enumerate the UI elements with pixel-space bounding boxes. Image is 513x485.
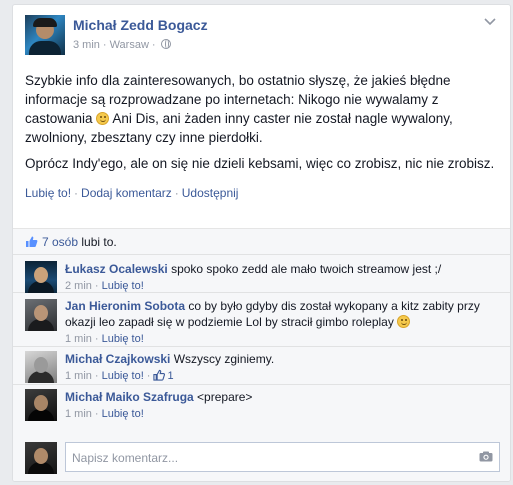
globe-icon[interactable] [160,39,171,49]
author-name[interactable]: Michał Zedd Bogacz [73,17,208,33]
meta-separator: · [94,280,99,292]
comment-text: spoko spoko zedd ale mało twoich streamo… [171,262,442,276]
post-meta: 3 min · Warsaw · [73,39,171,51]
comment-like-button[interactable]: Lubię to! [102,333,144,345]
meta-separator: · [151,39,156,51]
meta-separator: · [94,333,99,345]
feedback-section: 7 osób lubi to. Łukasz Ocalewski spoko s… [13,228,510,481]
commenter-avatar[interactable] [25,351,57,383]
action-separator: · [174,186,179,200]
author-avatar[interactable] [25,15,65,55]
commenter-name[interactable]: Łukasz Ocalewski [65,262,168,276]
comment-meta: 1 min · Lubię to! [65,407,500,421]
comment-body: Jan Hieronim Sobota co by było gdyby dis… [65,293,500,346]
commenter-avatar[interactable] [25,299,57,331]
likes-count-link[interactable]: 7 osób [42,235,78,249]
comment-meta: 1 min · Lubię to! · 1 [65,369,500,383]
action-separator: · [74,186,79,200]
comment-input-placeholder: Napisz komentarz... [72,451,179,465]
comment-text: <prepare> [197,390,253,404]
commenter-name[interactable]: Michał Czajkowski [65,352,170,366]
chevron-down-icon[interactable] [484,18,496,26]
smiley-icon [96,112,110,125]
comment-time[interactable]: 2 min [65,280,92,292]
post-card: Michał Zedd Bogacz 3 min · Warsaw · Szybkie… [12,4,511,482]
comment-like-count[interactable]: 1 [167,370,173,382]
comment-like-button[interactable]: Lubię to! [102,370,144,382]
meta-separator: · [146,370,151,382]
likes-suffix: lubi to. [81,235,117,249]
comment-body: Łukasz Ocalewski spoko spoko zedd ale ma… [65,255,500,293]
camera-icon[interactable] [479,451,493,462]
commenter-name[interactable]: Jan Hieronim Sobota [65,299,185,313]
comment-item: Michał Czajkowski Wszyscy zginiemy. 1 mi… [13,347,510,385]
like-button[interactable]: Lubię to! [25,186,71,200]
post-header: Michał Zedd Bogacz 3 min · Warsaw · [13,5,510,63]
post-content: Szybkie info dla zainteresowanych, bo os… [13,63,510,173]
commenter-name[interactable]: Michał Maiko Szafruga [65,390,194,404]
comment-item: Michał Maiko Szafruga <prepare> 1 min · Lu… [13,385,510,423]
comment-input[interactable]: Napisz komentarz... [65,442,500,472]
post-location[interactable]: Warsaw [110,39,149,51]
commenter-avatar[interactable] [25,389,57,421]
meta-separator: · [94,408,99,420]
current-user-avatar[interactable] [25,442,57,474]
share-button[interactable]: Udostępnij [182,186,239,200]
comment-composer: Napisz komentarz... [13,437,510,481]
likes-summary: 7 osób lubi to. [13,229,510,255]
thumb-up-icon[interactable] [153,369,166,381]
meta-separator: · [102,39,107,51]
comment-meta: 2 min · Lubię to! [65,279,500,293]
post-paragraph-1: Szybkie info dla zainteresowanych, bo os… [25,71,498,147]
comment-meta: 1 min · Lubię to! [65,332,500,346]
comment-like-button[interactable]: Lubię to! [102,280,144,292]
comment-text: Wszyscy zginiemy. [173,352,275,366]
avatar-face [34,395,48,411]
post-paragraph-2: Oprócz Indy'ego, ale on się nie dzieli k… [25,156,495,171]
avatar-face [34,357,48,373]
avatar-face [34,448,48,464]
post-actions: Lubię to! · Dodaj komentarz · Udostępnij [13,180,510,208]
comment-item: Jan Hieronim Sobota co by było gdyby dis… [13,293,510,347]
comment-time[interactable]: 1 min [65,370,92,382]
avatar-shoulders [29,41,61,55]
comment-item: Łukasz Ocalewski spoko spoko zedd ale ma… [13,255,510,293]
thumb-up-icon [26,236,38,247]
avatar-cap [33,18,57,27]
comment-time[interactable]: 1 min [65,333,92,345]
avatar-face [34,267,48,283]
avatar-face [34,305,48,321]
meta-separator: · [94,370,99,382]
comment-body: Michał Czajkowski Wszyscy zginiemy. 1 mi… [65,347,500,383]
comment-button[interactable]: Dodaj komentarz [81,186,172,200]
comment-like-button[interactable]: Lubię to! [102,408,144,420]
comment-time[interactable]: 1 min [65,408,92,420]
smiley-icon [397,315,411,328]
commenter-avatar[interactable] [25,261,57,293]
post-time[interactable]: 3 min [73,39,100,51]
comment-body: Michał Maiko Szafruga <prepare> 1 min · Lu… [65,385,500,421]
